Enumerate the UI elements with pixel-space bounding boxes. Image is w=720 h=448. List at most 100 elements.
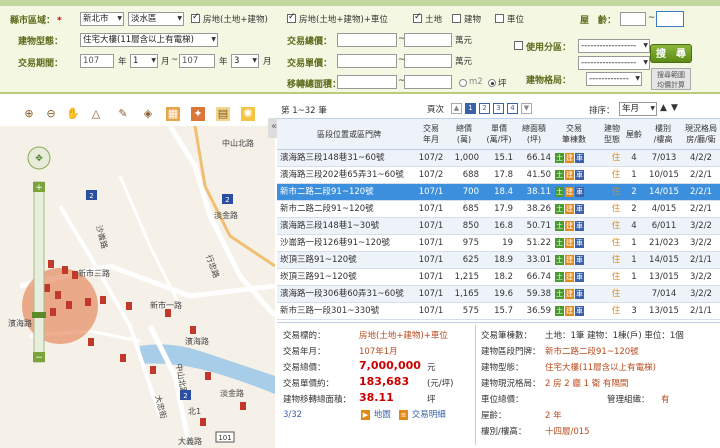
table-row[interactable]: 崁頂三路91~120號 107/1 625 18.9 33.01 住 1 14/015 2/1/… <box>277 252 720 269</box>
page-2[interactable]: 2 <box>479 103 490 114</box>
sort-desc-icon[interactable]: ▼ <box>671 103 678 113</box>
pin[interactable] <box>44 284 50 292</box>
search-button[interactable]: 搜 尋 <box>650 44 692 63</box>
unit-price-unit: 萬元 <box>455 57 473 67</box>
detail-map-link[interactable]: ▶ 地圖 <box>361 408 391 420</box>
pin[interactable] <box>205 372 211 380</box>
pin[interactable] <box>62 266 68 274</box>
table-row[interactable]: 沙崙路一段126巷91~120號 107/1 975 19 51.22 住 1 21/023 3… <box>277 235 720 252</box>
detail-parking-label: 車位總價： <box>481 395 524 405</box>
county-select[interactable]: 新北市 <box>80 12 124 26</box>
pan-hand-icon[interactable]: ✋ <box>66 107 80 121</box>
th-btype[interactable]: 建物 型態 <box>601 123 623 145</box>
type-check-3[interactable] <box>413 12 422 23</box>
unit-from-input[interactable] <box>337 54 397 68</box>
th-unit[interactable]: 單價 (萬/坪) <box>481 123 517 145</box>
th-layout[interactable]: 現況格局 房/廳/衛 <box>681 123 720 145</box>
cell-area: 50.71 <box>526 221 551 231</box>
use-zone-select[interactable]: ------------------ <box>578 39 650 53</box>
sun-icon[interactable]: ✺ <box>241 107 255 121</box>
sort-select[interactable]: 年月 <box>619 102 657 116</box>
zoom-slider-handle[interactable] <box>32 312 46 318</box>
use-zone-check[interactable] <box>514 41 523 50</box>
pin[interactable] <box>100 296 106 304</box>
page-3[interactable]: 3 <box>493 103 504 114</box>
map-panel[interactable]: ⊕ ⊖ ✋ △ ✎ ◈ ▦ ✦ ▤ ✺ 中山北路 淡金路 行忠路 新市三路 濱海… <box>0 100 275 448</box>
table-row[interactable]: 新市三路一段301~330號 107/1 575 15.7 36.59 住 3 13/015 2… <box>277 303 720 320</box>
locate-icon[interactable]: ◈ <box>141 107 155 121</box>
ruler-icon[interactable]: ✎ <box>116 107 130 121</box>
th-unit-1: 單價 <box>491 124 507 133</box>
year-to-input[interactable]: 107 <box>179 54 215 68</box>
type-check-2[interactable] <box>287 12 296 23</box>
table-row[interactable]: 濱海路三段202巷65弄31~60號 107/2 688 17.8 41.50 住 1 10/… <box>277 167 720 184</box>
age-from-input[interactable] <box>620 12 646 26</box>
pin[interactable] <box>165 309 171 317</box>
info-icon[interactable]: ✦ <box>191 107 205 121</box>
unit-to-input[interactable] <box>404 54 452 68</box>
pin[interactable] <box>150 366 156 374</box>
detail-divider <box>475 325 476 445</box>
pin[interactable] <box>200 418 206 426</box>
month-from-select[interactable]: 1 <box>130 54 158 68</box>
pin[interactable] <box>190 326 196 334</box>
type-check-1[interactable] <box>191 12 200 23</box>
pin[interactable] <box>55 291 61 299</box>
map-canvas[interactable]: 中山北路 淡金路 行忠路 新市三路 濱海路 沙崙路 濱海路 新市一路 大忠街 淡… <box>0 126 275 448</box>
table-row[interactable]: 新市二路二段91~120號 107/1 700 18.4 38.11 住 2 14/015 2/… <box>277 184 720 201</box>
table-row[interactable]: 新市二路二段91~120號 107/1 685 17.9 38.26 住 2 4/015 2/2… <box>277 201 720 218</box>
age-to-input[interactable] <box>656 11 684 27</box>
table-row[interactable]: 崁頂三路91~120號 107/1 1,215 18.2 66.74 住 1 13/015 3/… <box>277 269 720 286</box>
page-4[interactable]: 4 <box>507 103 518 114</box>
tag-badge: 土 <box>555 220 564 231</box>
pin[interactable] <box>66 301 72 309</box>
use-zone-sub-select[interactable]: ------------------ <box>578 56 650 70</box>
next-page-icon[interactable]: ▼ <box>521 103 532 114</box>
area-unit-ping-radio[interactable] <box>488 79 496 87</box>
type-check-4[interactable] <box>452 14 461 23</box>
zoom-in-icon[interactable]: ⊕ <box>22 107 36 121</box>
type-check-5[interactable] <box>495 14 504 23</box>
pin[interactable] <box>85 298 91 306</box>
th-ym[interactable]: 交易 年月 <box>415 123 447 145</box>
table-row[interactable]: 濱海路一段306巷60弄31~60號 107/1 1,165 19.6 59.38 住 7/… <box>277 286 720 303</box>
pin[interactable] <box>48 260 54 268</box>
th-age[interactable]: 屋齡 <box>624 129 644 140</box>
pin[interactable] <box>126 302 132 310</box>
pin[interactable] <box>50 308 56 316</box>
prev-page-icon[interactable]: ▲ <box>451 103 462 114</box>
avg-calc-button[interactable]: 搜尋範圍 均價計算 <box>651 68 691 90</box>
th-count[interactable]: 交易 筆棟數 <box>553 123 595 145</box>
table-row[interactable]: 濱海路三段148巷31~60號 107/2 1,000 15.1 66.14 住 4 7/01… <box>277 150 720 167</box>
grid-icon[interactable]: ▤ <box>216 107 230 121</box>
th-floor[interactable]: 樓別/樓高 <box>645 123 681 145</box>
area-unit-m2-label: m2 <box>469 77 483 87</box>
sort-asc-icon[interactable]: ▲ <box>660 103 667 113</box>
pin[interactable] <box>240 402 246 410</box>
layer-icon[interactable]: ▦ <box>166 107 180 121</box>
area-unit-m2-radio[interactable] <box>459 79 467 87</box>
zoom-out-icon[interactable]: ⊖ <box>44 107 58 121</box>
detail-link[interactable]: ≡ 交易明細 <box>399 408 446 420</box>
th-total[interactable]: 總價 (萬) <box>447 123 481 145</box>
page-1[interactable]: 1 <box>465 103 476 114</box>
total-to-input[interactable] <box>404 33 452 47</box>
th-layout-1: 現況格局 <box>685 124 717 133</box>
total-from-input[interactable] <box>337 33 397 47</box>
year-from-input[interactable]: 107 <box>80 54 114 68</box>
type-check-2-label: 房地(土地+建物)+車位 <box>299 15 388 25</box>
building-type-select[interactable]: 住宅大樓(11層含以上有電梯) <box>80 33 218 47</box>
layout-select[interactable]: ------------- <box>586 72 642 86</box>
area-from-input[interactable] <box>337 75 397 89</box>
pin[interactable] <box>88 338 94 346</box>
th-addr[interactable]: 區段位置或區門牌 <box>299 129 399 140</box>
month-to-select[interactable]: 3 <box>231 54 259 68</box>
zoom-slider[interactable] <box>33 181 45 363</box>
area-to-input[interactable] <box>404 75 452 89</box>
measure-icon[interactable]: △ <box>89 107 103 121</box>
district-select[interactable]: 淡水區 <box>128 12 184 26</box>
map-label-7: 濱海路 <box>185 336 209 346</box>
pin[interactable] <box>120 354 126 362</box>
table-row[interactable]: 濱海路三段148巷1~30號 107/1 850 16.8 50.71 住 4 6/011 3/… <box>277 218 720 235</box>
th-area[interactable]: 總面積 (坪) <box>517 123 551 145</box>
